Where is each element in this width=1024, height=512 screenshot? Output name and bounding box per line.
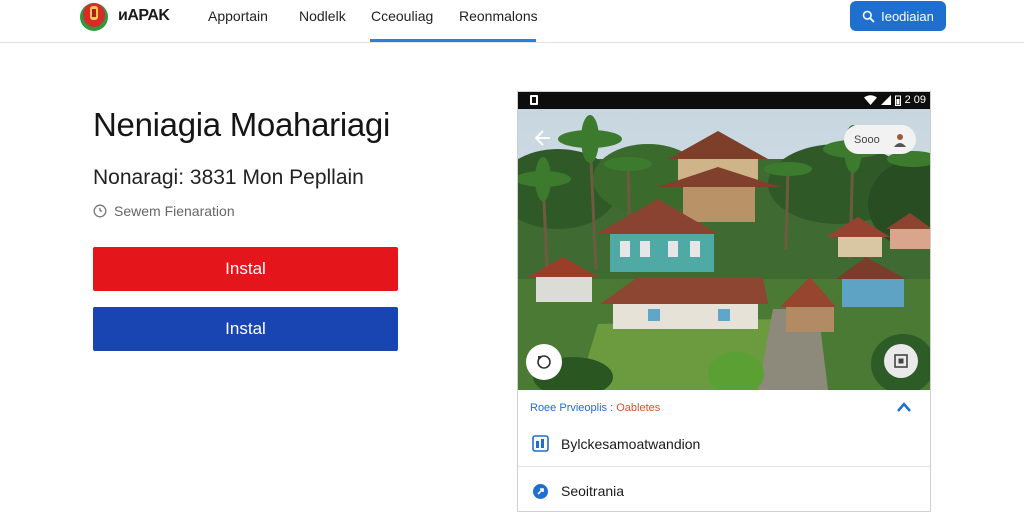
meta-text: Sewem Fienaration [114, 203, 235, 219]
page-title: Neniagia Moahariagi [93, 106, 390, 143]
status-bar: 2 09 [518, 92, 930, 109]
install-button-secondary[interactable]: Instal [93, 307, 398, 351]
status-indicators: 2 09 [863, 94, 926, 106]
signal-icon [880, 95, 891, 105]
photo-search-label: Sooo [854, 133, 880, 146]
brand-name[interactable]: ᴎAPAK [118, 7, 170, 25]
rotate-button[interactable] [526, 344, 562, 380]
status-time: 2 09 [904, 94, 926, 106]
meta-info: Sewem Fienaration [93, 203, 235, 219]
notification-icon [530, 95, 538, 105]
pin-icon [533, 483, 548, 499]
panel-header: Roee Prvieoplis : Oabletes [530, 402, 660, 414]
sign-in-button[interactable]: Ieodiaian [850, 1, 946, 31]
fullscreen-icon [894, 354, 908, 368]
back-arrow-icon[interactable] [533, 128, 553, 148]
list-item[interactable]: Bylckesamoatwandion [518, 421, 930, 467]
install-button-primary[interactable]: Instal [93, 247, 398, 291]
list-item[interactable]: Seoitrania [518, 468, 930, 511]
panel-header-label: Roee Prvieoplis : [530, 402, 617, 414]
list-item-label: Seoitrania [561, 483, 625, 499]
list-item-label: Bylckesamoatwandion [561, 435, 701, 452]
search-icon [862, 10, 875, 23]
nav-item-cceouliag[interactable]: Cceouliag [371, 8, 433, 24]
rotate-icon [537, 355, 551, 369]
fullscreen-button[interactable] [884, 344, 918, 378]
phone-preview: 2 09 Sooo Roee Prvieoplis: Oabletes Byl… [517, 91, 931, 512]
app-subtitle: Nonaragi: 3831 Mon Pepllain [93, 166, 364, 189]
chevron-up-icon[interactable] [896, 401, 912, 413]
nav-item-apportain[interactable]: Apportain [208, 8, 268, 24]
photo-search-pill[interactable]: Sooo [844, 125, 916, 154]
clock-icon [93, 204, 107, 218]
grid-icon [532, 435, 549, 452]
active-tab-indicator [370, 39, 536, 42]
battery-icon [894, 95, 901, 106]
panel-header-accent: Oabletes [616, 402, 661, 414]
nav-item-nodlelk[interactable]: Nodlelk [299, 8, 346, 24]
wifi-icon [863, 95, 877, 105]
nav-item-reonmalons[interactable]: Reonmalons [459, 8, 538, 24]
sign-in-label: Ieodiaian [881, 8, 934, 24]
user-avatar-icon [894, 133, 906, 147]
brand-logo-icon[interactable] [79, 0, 109, 32]
top-navbar: ᴎAPAK Apportain Nodlelk Cceouliag Reonma… [0, 0, 1024, 43]
